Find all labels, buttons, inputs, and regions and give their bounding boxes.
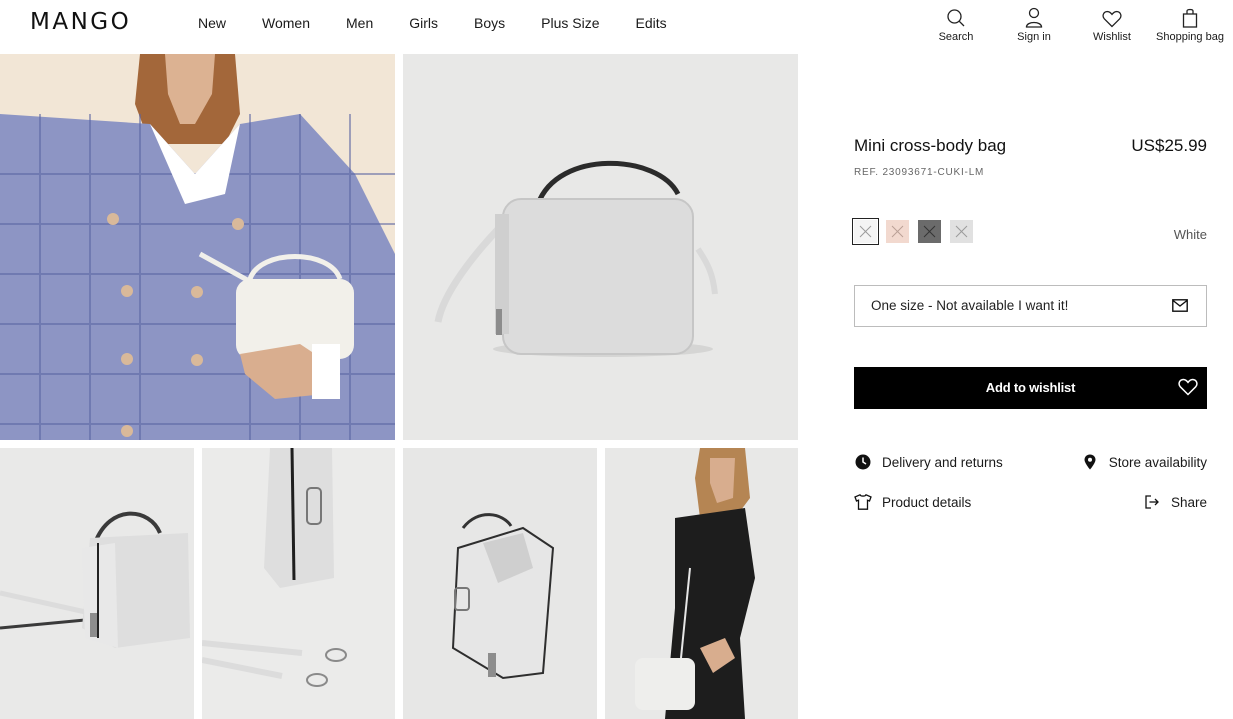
- search-label: Search: [938, 31, 974, 43]
- add-to-wishlist-button[interactable]: Add to wishlist: [854, 367, 1207, 409]
- tshirt-icon: [854, 493, 872, 511]
- shopping-bag-label: Shopping bag: [1156, 31, 1224, 43]
- product-title: Mini cross-body bag: [854, 136, 1007, 155]
- add-to-wishlist-label: Add to wishlist: [985, 380, 1076, 395]
- nav-item-new[interactable]: New: [198, 15, 226, 31]
- heart-icon: [1178, 378, 1198, 401]
- swatch-light-grey[interactable]: [950, 220, 973, 243]
- user-icon: [1025, 6, 1043, 28]
- mango-logo[interactable]: MANGO: [30, 9, 131, 35]
- header: MANGO New Women Men Girls Boys Plus Size…: [0, 0, 1233, 54]
- mail-icon: [1172, 299, 1188, 317]
- nav-item-men[interactable]: Men: [346, 15, 373, 31]
- model-full-photo[interactable]: [605, 448, 798, 719]
- delivery-returns-link[interactable]: Delivery and returns: [854, 453, 1003, 471]
- heart-icon: [1102, 6, 1122, 28]
- color-swatches: [852, 218, 982, 245]
- product-price: US$25.99: [1131, 136, 1207, 155]
- share-label: Share: [1170, 494, 1207, 510]
- bag-front-photo[interactable]: [403, 54, 798, 440]
- bag-side-photo[interactable]: [0, 448, 194, 719]
- nav-item-boys[interactable]: Boys: [474, 15, 505, 31]
- swatch-pink[interactable]: [886, 220, 909, 243]
- bag-strap-detail-photo[interactable]: [202, 448, 395, 719]
- main-nav: New Women Men Girls Boys Plus Size Edits: [198, 15, 703, 31]
- nav-item-plus-size[interactable]: Plus Size: [541, 15, 599, 31]
- search-icon: [946, 6, 966, 28]
- store-availability-label: Store availability: [1108, 454, 1207, 470]
- size-availability-text: One size - Not available I want it!: [871, 298, 1069, 313]
- search-button[interactable]: Search: [917, 6, 995, 43]
- header-actions: Search Sign in Wishlist Shopping bag: [917, 6, 1229, 43]
- bag-open-photo[interactable]: [403, 448, 597, 719]
- wishlist-button[interactable]: Wishlist: [1073, 6, 1151, 43]
- swatch-white[interactable]: [852, 218, 879, 245]
- nav-item-girls[interactable]: Girls: [409, 15, 438, 31]
- share-link[interactable]: Share: [1143, 493, 1207, 511]
- sign-in-label: Sign in: [1017, 31, 1051, 43]
- bag-icon: [1182, 6, 1198, 28]
- store-availability-link[interactable]: Store availability: [1081, 453, 1207, 471]
- product-reference: REF. 23093671-CUKI-LM: [854, 167, 985, 178]
- clock-icon: [854, 453, 872, 471]
- nav-item-women[interactable]: Women: [262, 15, 310, 31]
- wishlist-label: Wishlist: [1093, 31, 1131, 43]
- swatch-dark-grey[interactable]: [918, 220, 941, 243]
- selected-color-name: White: [1173, 227, 1207, 242]
- title-row: Mini cross-body bag US$25.99 REF. 230936…: [854, 130, 1207, 178]
- model-wearing-bag-photo[interactable]: [0, 54, 395, 440]
- size-selector[interactable]: One size - Not available I want it!: [854, 285, 1207, 327]
- location-pin-icon: [1081, 453, 1099, 471]
- product-details-label: Product details: [882, 494, 972, 510]
- product-panel: Mini cross-body bag US$25.99 REF. 230936…: [852, 130, 1207, 510]
- sign-in-button[interactable]: Sign in: [995, 6, 1073, 43]
- shopping-bag-button[interactable]: Shopping bag: [1151, 6, 1229, 43]
- nav-item-edits[interactable]: Edits: [636, 15, 667, 31]
- share-icon: [1143, 493, 1161, 511]
- delivery-returns-label: Delivery and returns: [882, 454, 1003, 470]
- product-details-link[interactable]: Product details: [854, 493, 971, 511]
